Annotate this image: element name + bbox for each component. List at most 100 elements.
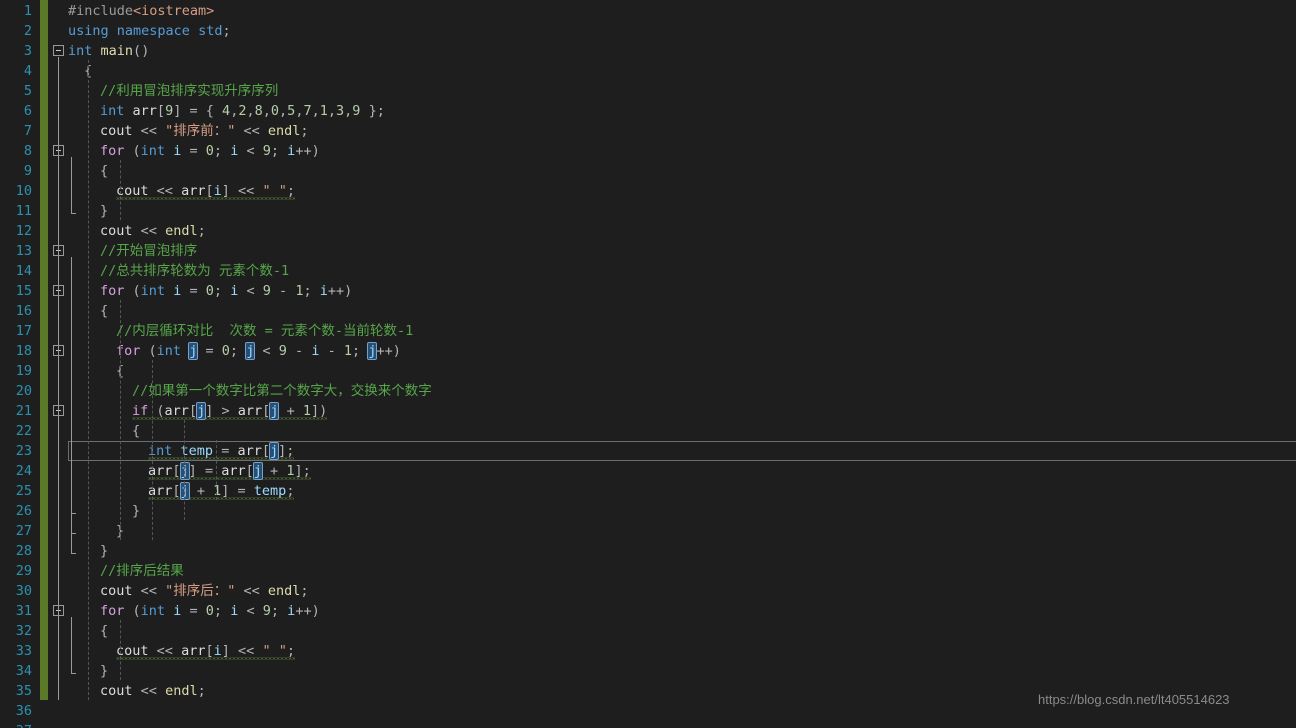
code-line[interactable]: 16 { [0,301,1296,321]
code-text[interactable]: //内层循环对比 次数 = 元素个数-当前轮数-1 [116,321,413,341]
code-line[interactable]: 32 { [0,621,1296,641]
line-number: 33 [15,643,32,659]
code-line[interactable]: 19{ [0,361,1296,381]
code-line[interactable]: 15 for (int i = 0; i < 9 - 1; i++) [0,281,1296,301]
code-line[interactable]: 11} [0,201,1296,221]
line-number: 5 [23,83,32,99]
code-text[interactable]: if (arr[j] > arr[j + 1]) [132,401,328,421]
code-text[interactable]: arr[j] = arr[j + 1]; [148,461,311,481]
code-line[interactable]: 7 cout << "排序前：" << endl; [0,121,1296,141]
code-line[interactable]: 17 //内层循环对比 次数 = 元素个数-当前轮数-1 [0,321,1296,341]
code-text[interactable]: { [100,161,108,181]
code-text[interactable]: cout << arr[i] << " "; [116,181,295,201]
code-line[interactable]: 13 //开始冒泡排序 [0,241,1296,261]
code-text[interactable]: //排序后结果 [100,561,184,581]
line-number: 29 [15,563,32,579]
code-text[interactable]: cout << "排序前：" << endl; [100,121,309,141]
fold-region-end-tick [71,553,76,554]
code-text[interactable]: int arr[9] = { 4,2,8,0,5,7,1,3,9 }; [100,101,385,121]
code-line[interactable]: 10 cout << arr[i] << " "; [0,181,1296,201]
code-line[interactable]: 20 //如果第一个数字比第二个数字大，交换来个数字 [0,381,1296,401]
line-number: 11 [15,203,32,219]
line-number: 24 [15,463,32,479]
error-squiggle: if (arr[j] > arr[j + 1]) [132,402,328,420]
code-text[interactable]: //如果第一个数字比第二个数字大，交换来个数字 [132,381,432,401]
code-line[interactable]: 14 //总共排序轮数为 元素个数-1 [0,261,1296,281]
line-number: 19 [15,363,32,379]
code-text[interactable]: for (int j = 0; j < 9 - i - 1; j++) [116,341,401,361]
line-number: 15 [15,283,32,299]
code-text[interactable]: int main() [68,41,149,61]
code-line[interactable]: 1 #include<iostream> [0,1,1296,21]
code-text[interactable]: { [100,301,108,321]
fold-region-line [58,57,59,700]
code-line[interactable]: 26} [0,501,1296,521]
code-line[interactable]: 18 for (int j = 0; j < 9 - i - 1; j++) [0,341,1296,361]
code-line[interactable]: 12 cout << endl; [0,221,1296,241]
indent-guide [152,360,154,540]
line-number: 34 [15,663,32,679]
code-line[interactable]: 5 //利用冒泡排序实现升序序列 [0,81,1296,101]
line-number: 14 [15,263,32,279]
code-line[interactable]: 30 cout << "排序后：" << endl; [0,581,1296,601]
line-number: 26 [15,503,32,519]
code-text[interactable]: //开始冒泡排序 [100,241,197,261]
code-text[interactable]: for (int i = 0; i < 9; i++) [100,141,320,161]
code-line[interactable]: 2 using namespace std; [0,21,1296,41]
code-line[interactable]: 29 //排序后结果 [0,561,1296,581]
code-line[interactable]: 24 arr[j] = arr[j + 1]; [0,461,1296,481]
error-squiggle: arr[j] = arr[j + 1]; [148,462,311,480]
code-text[interactable]: cout << arr[i] << " "; [116,641,295,661]
code-line[interactable]: 4{ [0,61,1296,81]
code-text[interactable]: //总共排序轮数为 元素个数-1 [100,261,289,281]
code-text[interactable]: } [100,541,108,561]
line-number: 4 [23,63,32,79]
code-text[interactable]: { [100,621,108,641]
code-line[interactable]: 25 arr[j + 1] = temp; [0,481,1296,501]
code-line[interactable]: 34} [0,661,1296,681]
code-text[interactable]: using namespace std; [68,21,231,41]
code-line[interactable]: 22 { [0,421,1296,441]
line-number: 12 [15,223,32,239]
code-rows[interactable]: 1 #include<iostream> 2 using namespace std;… [0,0,1296,728]
error-squiggle: int temp = arr[j]; [148,442,295,460]
code-line[interactable]: 8 for (int i = 0; i < 9; i++) [0,141,1296,161]
indent-guide [184,420,186,520]
code-line[interactable]: 27} [0,521,1296,541]
code-line[interactable]: 9{ [0,161,1296,181]
line-number: 17 [15,323,32,339]
code-text[interactable]: #include<iostream> [68,1,214,21]
code-line[interactable]: 31 for (int i = 0; i < 9; i++) [0,601,1296,621]
code-text[interactable]: { [132,421,140,441]
line-number: 31 [15,603,32,619]
line-number: 20 [15,383,32,399]
line-number: 18 [15,343,32,359]
line-number: 27 [15,523,32,539]
code-text[interactable]: } [100,661,108,681]
code-line[interactable]: 23 int temp = arr[j]; [0,441,1296,461]
code-text[interactable]: //利用冒泡排序实现升序序列 [100,81,278,101]
fold-region-line [71,417,72,493]
code-line[interactable]: 28} [0,541,1296,561]
code-editor[interactable]: 1 #include<iostream> 2 using namespace std;… [0,0,1296,728]
code-line[interactable]: 37 [0,721,1296,728]
code-text[interactable]: cout << endl; [100,221,206,241]
indent-guide [216,440,218,500]
code-text[interactable]: for (int i = 0; i < 9 - 1; i++) [100,281,352,301]
code-text[interactable]: for (int i = 0; i < 9; i++) [100,601,320,621]
fold-toggle-icon[interactable] [53,45,64,56]
code-text[interactable]: cout << endl; [100,681,206,701]
line-number: 8 [23,143,32,159]
code-line[interactable]: 3 int main() [0,41,1296,61]
code-text[interactable]: int temp = arr[j]; [148,441,295,461]
fold-region-line [71,157,72,213]
line-number: 28 [15,543,32,559]
code-text[interactable]: } [100,201,108,221]
code-line[interactable]: 33 cout << arr[i] << " "; [0,641,1296,661]
code-line[interactable]: 6 int arr[9] = { 4,2,8,0,5,7,1,3,9 }; [0,101,1296,121]
code-text[interactable]: cout << "排序后：" << endl; [100,581,309,601]
code-text[interactable]: arr[j + 1] = temp; [148,481,295,501]
code-line[interactable]: 21 if (arr[j] > arr[j + 1]) [0,401,1296,421]
error-squiggle: cout << arr[i] << " "; [116,643,295,659]
code-text[interactable]: } [132,501,140,521]
